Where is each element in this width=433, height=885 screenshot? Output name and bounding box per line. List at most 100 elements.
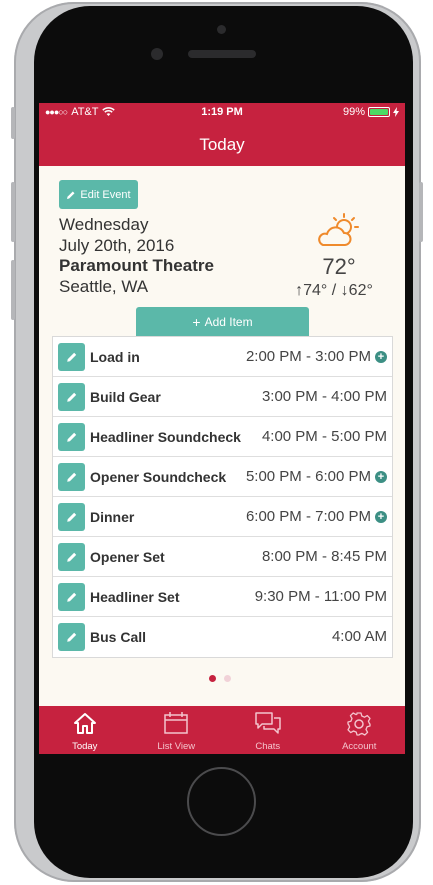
add-item-label: Add Item xyxy=(204,314,253,329)
item-time-text: 8:00 PM - 8:45 PM xyxy=(261,548,387,565)
item-name: Bus Call xyxy=(90,629,147,645)
nav-bar: Today xyxy=(39,123,405,166)
edit-item-button[interactable] xyxy=(58,343,85,371)
item-name: Opener Set xyxy=(90,549,165,565)
earpiece-speaker xyxy=(188,50,256,58)
tab-account[interactable]: Account xyxy=(314,706,406,754)
power-button xyxy=(419,182,423,242)
event-day: Wednesday xyxy=(59,215,149,234)
event-date: July 20th, 2016 xyxy=(59,235,175,255)
item-name: Load in xyxy=(90,349,140,365)
charging-bolt-icon xyxy=(393,107,399,117)
tab-bar: Today List View Chats Account xyxy=(39,706,405,754)
tab-today[interactable]: Today xyxy=(39,706,131,754)
tab-label: Chats xyxy=(255,741,281,752)
tab-label: Account xyxy=(342,741,377,752)
item-time-text: 5:00 PM - 6:00 PM xyxy=(245,468,371,485)
page-dot[interactable] xyxy=(224,675,231,682)
pencil-icon xyxy=(66,432,76,442)
tab-label: List View xyxy=(157,741,196,752)
calendar-icon xyxy=(164,712,188,734)
add-detail-icon[interactable]: + xyxy=(375,470,387,483)
add-item-button[interactable]: + Add Item xyxy=(136,307,309,336)
item-name: Opener Soundcheck xyxy=(90,469,227,485)
high-temperature: 74° xyxy=(303,282,328,299)
battery-percent: 99% xyxy=(342,106,365,118)
pencil-icon xyxy=(66,552,76,562)
status-bar: ●●●○○ AT&T 1:19 PM 99% xyxy=(39,103,405,123)
schedule-row-opener-soundcheck[interactable]: Opener Soundcheck 5:00 PM - 6:00 PM + xyxy=(53,457,392,497)
item-time-text: 9:30 PM - 11:00 PM xyxy=(254,588,387,605)
edit-item-button[interactable] xyxy=(58,463,85,491)
item-name: Dinner xyxy=(90,509,135,525)
item-time: 4:00 AM xyxy=(332,628,387,645)
item-time-text: 4:00 AM xyxy=(331,628,387,645)
item-name: Headliner Soundcheck xyxy=(90,429,241,445)
schedule-row-load-in[interactable]: Load in 2:00 PM - 3:00 PM + xyxy=(53,337,392,377)
tab-chats[interactable]: Chats xyxy=(222,706,314,754)
volume-down-button xyxy=(11,260,15,320)
pencil-icon xyxy=(66,352,76,362)
item-time: 4:00 PM - 5:00 PM xyxy=(262,428,387,445)
page-dot-active[interactable] xyxy=(209,675,216,682)
current-temperature: 72° xyxy=(322,254,356,279)
schedule-row-headliner-set[interactable]: Headliner Set 9:30 PM - 11:00 PM xyxy=(53,577,392,617)
schedule-row-dinner[interactable]: Dinner 6:00 PM - 7:00 PM + xyxy=(53,497,392,537)
chat-bubbles-icon xyxy=(255,712,281,734)
battery-icon xyxy=(368,107,390,117)
item-time-text: 4:00 PM - 5:00 PM xyxy=(261,428,387,445)
edit-event-button[interactable]: Edit Event xyxy=(59,180,138,209)
app-screen: ●●●○○ AT&T 1:19 PM 99% Today Edit Event … xyxy=(39,103,405,754)
edit-item-button[interactable] xyxy=(58,423,85,451)
item-time-text: 6:00 PM - 7:00 PM xyxy=(245,508,371,525)
item-time: 6:00 PM - 7:00 PM + xyxy=(246,508,387,525)
pencil-icon xyxy=(66,392,76,402)
event-info: Wednesday July 20th, 2016 Paramount Thea… xyxy=(59,215,214,297)
item-time: 9:30 PM - 11:00 PM xyxy=(255,588,387,605)
item-time: 5:00 PM - 6:00 PM + xyxy=(246,468,387,485)
home-button[interactable] xyxy=(187,767,256,836)
edit-event-label: Edit Event xyxy=(80,188,131,201)
add-detail-icon[interactable]: + xyxy=(375,510,387,523)
mute-switch xyxy=(11,107,15,139)
schedule-row-bus-call[interactable]: Bus Call 4:00 AM xyxy=(53,617,392,657)
schedule-row-build-gear[interactable]: Build Gear 3:00 PM - 4:00 PM xyxy=(53,377,392,417)
edit-item-button[interactable] xyxy=(58,583,85,611)
battery-indicator: 99% xyxy=(343,106,399,118)
gear-icon xyxy=(347,712,371,736)
event-venue: Paramount Theatre xyxy=(59,256,214,275)
partly-cloudy-icon xyxy=(318,213,359,246)
tab-list-view[interactable]: List View xyxy=(131,706,223,754)
item-name: Headliner Set xyxy=(90,589,180,605)
add-detail-icon[interactable]: + xyxy=(375,350,387,363)
schedule-row-opener-set[interactable]: Opener Set 8:00 PM - 8:45 PM xyxy=(53,537,392,577)
event-city: Seattle, WA xyxy=(59,276,149,296)
item-time-text: 3:00 PM - 4:00 PM xyxy=(261,388,387,405)
edit-item-button[interactable] xyxy=(58,383,85,411)
pencil-icon xyxy=(66,512,76,522)
page-title: Today xyxy=(199,134,245,154)
arrow-up-icon: ↑ xyxy=(295,282,304,299)
proximity-sensor xyxy=(217,25,226,34)
page-indicator[interactable] xyxy=(209,675,231,682)
arrow-down-icon: ↓ xyxy=(340,282,349,299)
edit-item-button[interactable] xyxy=(58,623,85,651)
edit-item-button[interactable] xyxy=(58,503,85,531)
edit-item-button[interactable] xyxy=(58,543,85,571)
schedule-row-headliner-soundcheck[interactable]: Headliner Soundcheck 4:00 PM - 5:00 PM xyxy=(53,417,392,457)
item-name: Build Gear xyxy=(90,389,161,405)
pencil-icon xyxy=(66,472,76,482)
low-temperature: 62° xyxy=(348,282,373,299)
pencil-icon xyxy=(66,592,76,602)
item-time: 3:00 PM - 4:00 PM xyxy=(262,388,387,405)
item-time-text: 2:00 PM - 3:00 PM xyxy=(245,348,371,365)
front-camera xyxy=(151,48,163,60)
tab-label: Today xyxy=(72,741,98,752)
item-time: 8:00 PM - 8:45 PM xyxy=(262,548,387,565)
item-time: 2:00 PM - 3:00 PM + xyxy=(246,348,387,365)
schedule-list: Load in 2:00 PM - 3:00 PM + Build Gear 3… xyxy=(52,336,393,658)
pencil-icon xyxy=(67,191,75,199)
plus-icon: + xyxy=(192,313,201,330)
volume-up-button xyxy=(11,182,15,242)
home-icon xyxy=(73,713,96,734)
